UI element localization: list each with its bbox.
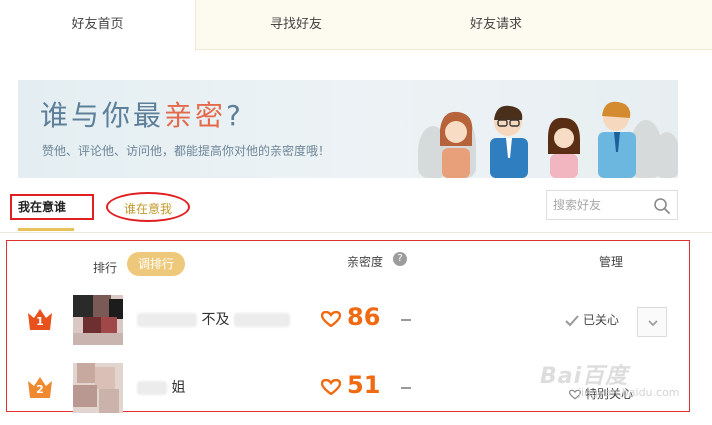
- tab-friend-requests[interactable]: 好友请求: [396, 0, 596, 50]
- score-value: 51: [347, 371, 381, 399]
- cartoon-people-illustration: [440, 101, 636, 178]
- blurred-name-part: [233, 313, 290, 327]
- help-icon[interactable]: ?: [393, 252, 407, 266]
- intimacy-column-label: 亲密度: [347, 255, 384, 269]
- banner-subtitle: 赞他、评论他、访问他，都能提高你对他的亲密度哦！: [42, 144, 331, 158]
- friend-name[interactable]: 不及: [137, 309, 290, 331]
- heart-icon: [321, 311, 341, 327]
- section-divider: [0, 232, 712, 233]
- adjust-rank-button[interactable]: 调排行: [127, 252, 185, 276]
- rank-number: 2: [36, 383, 44, 396]
- trend-dash: [401, 387, 411, 389]
- manage-dropdown-button[interactable]: [637, 307, 667, 337]
- crown-rank-icon: 2: [27, 375, 53, 399]
- avatar[interactable]: [73, 295, 123, 345]
- top-tab-bar: 好友首页 寻找好友 好友请求: [0, 0, 712, 51]
- friend-name[interactable]: 姐: [137, 377, 185, 399]
- score-value: 86: [347, 303, 381, 331]
- trend-dash: [401, 319, 411, 321]
- tab-find-friends[interactable]: 寻找好友: [196, 0, 396, 50]
- rank-column-label: 排行: [93, 261, 118, 275]
- ranking-header: 排行 调排行 亲密度 ? 管理: [7, 241, 689, 285]
- chevron-down-icon: [648, 320, 658, 327]
- manage-column-label: 管理: [599, 255, 624, 269]
- crown-rank-icon: 1: [27, 307, 53, 331]
- search-icon[interactable]: [653, 197, 671, 215]
- subtab-who-i-care[interactable]: 我在意谁: [10, 194, 94, 220]
- care-status[interactable]: 已关心: [565, 311, 619, 329]
- baidu-watermark-caption: jingyan.baidu.com: [578, 386, 680, 399]
- heart-icon: [321, 379, 341, 395]
- friend-search-box[interactable]: [546, 190, 678, 220]
- active-subtab-underline: [18, 228, 74, 231]
- ranking-row: 1 不及 86 已关心: [7, 293, 689, 353]
- blurred-name-part: [137, 313, 197, 327]
- rank-number: 1: [36, 315, 44, 328]
- avatar[interactable]: [73, 363, 123, 413]
- subtab-who-cares-me[interactable]: 谁在意我: [106, 192, 190, 222]
- banner-title: 谁与你最亲密?: [40, 99, 244, 132]
- intimacy-banner: 谁与你最亲密? 赞他、评论他、访问他，都能提高你对他的亲密度哦！: [18, 80, 678, 178]
- tab-friends-home[interactable]: 好友首页: [0, 0, 196, 51]
- blurred-name-part: [137, 381, 167, 395]
- search-input[interactable]: [553, 196, 653, 214]
- check-icon: [565, 314, 579, 326]
